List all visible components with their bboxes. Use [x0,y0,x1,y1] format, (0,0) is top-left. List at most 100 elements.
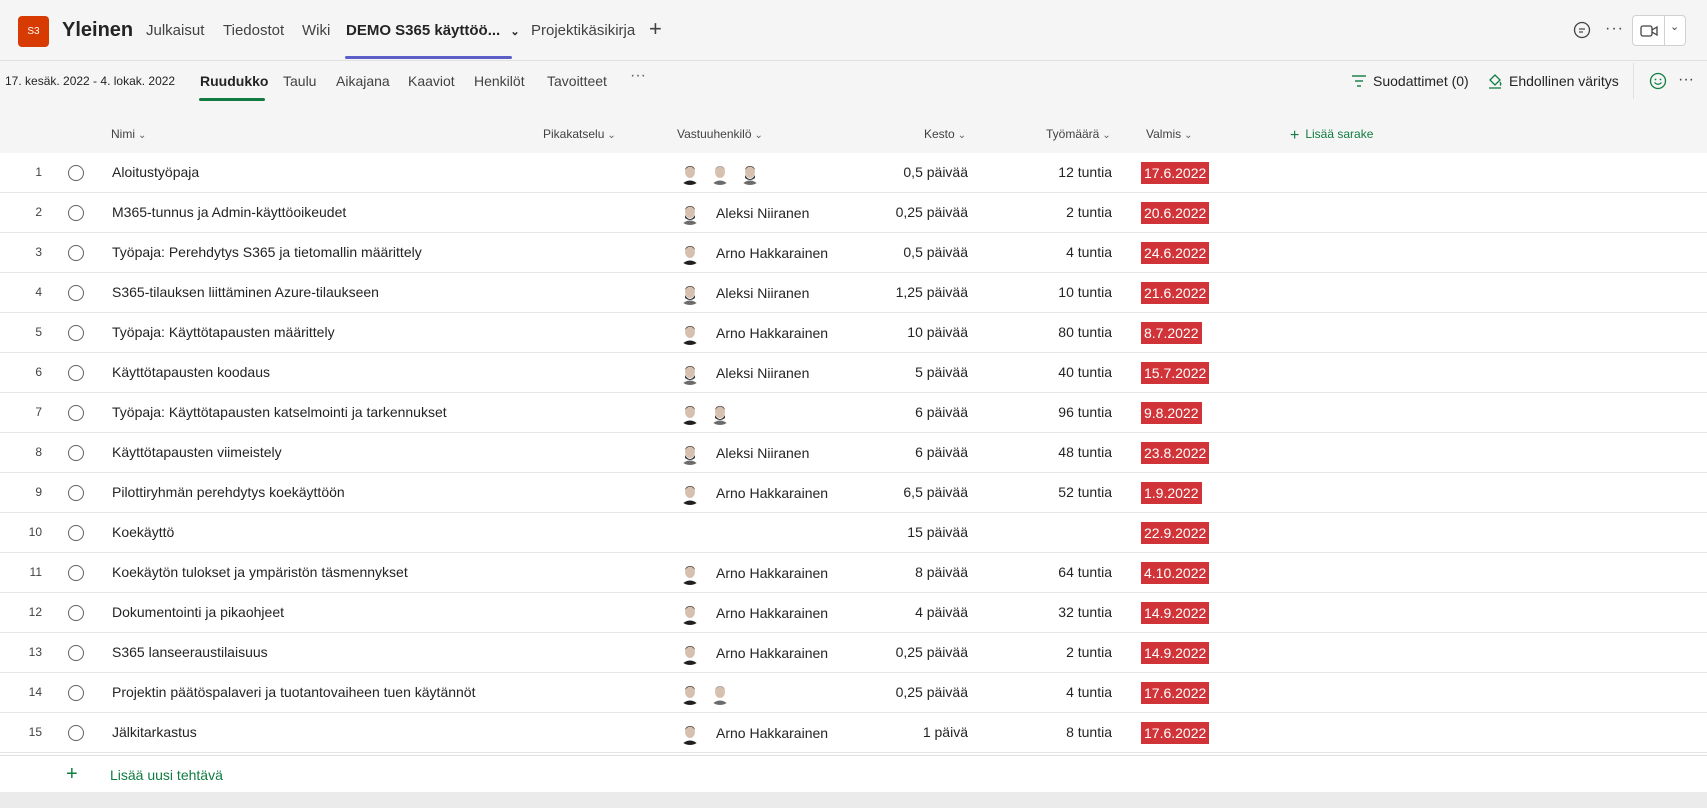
effort-cell[interactable]: 64 tuntia [1010,564,1112,580]
conditional-formatting-button[interactable]: Ehdollinen väritys [1487,73,1619,89]
duration-cell[interactable]: 0,25 päivää [860,644,968,660]
task-name[interactable]: Dokumentointi ja pikaohjeet [112,604,284,620]
duration-cell[interactable]: 5 päivää [860,364,968,380]
more-options-icon[interactable]: ··· [1605,20,1624,38]
duration-cell[interactable]: 0,5 päivää [860,244,968,260]
duration-cell[interactable]: 0,25 päivää [860,204,968,220]
assignee-cell[interactable]: Aleksi Niiranen [678,201,809,225]
due-date-badge[interactable]: 24.6.2022 [1141,242,1210,264]
table-row[interactable]: 14 Projektin päätöspalaveri ja tuotantova… [0,673,1707,713]
duration-cell[interactable]: 1 päivä [860,724,968,740]
duration-cell[interactable]: 6 päivää [860,444,968,460]
table-row[interactable]: 3 Työpaja: Perehdytys S365 ja tietomallin… [0,233,1707,273]
task-name[interactable]: S365-tilauksen liittäminen Azure-tilauks… [112,284,379,300]
effort-cell[interactable]: 40 tuntia [1010,364,1112,380]
complete-checkbox[interactable] [68,165,84,181]
assignee-cell[interactable]: Aleksi Niiranen [678,441,809,465]
tab-demo-planner[interactable]: DEMO S365 käyttöö... ⌄ [346,22,520,39]
filters-button[interactable]: Suodattimet (0) [1351,73,1469,89]
table-row[interactable]: 11 Koekäytön tulokset ja ympäristön täsme… [0,553,1707,593]
duration-cell[interactable]: 0,5 päivää [860,164,968,180]
complete-checkbox[interactable] [68,365,84,381]
effort-cell[interactable]: 96 tuntia [1010,404,1112,420]
complete-checkbox[interactable] [68,565,84,581]
task-name[interactable]: Työpaja: Perehdytys S365 ja tietomallin … [112,244,422,260]
tab-tiedostot[interactable]: Tiedostot [223,22,284,39]
due-date-badge[interactable]: 17.6.2022 [1141,682,1210,704]
complete-checkbox[interactable] [68,525,84,541]
table-row[interactable]: 6 Käyttötapausten koodaus Aleksi Niiranen 5… [0,353,1707,393]
duration-cell[interactable]: 8 päivää [860,564,968,580]
task-name[interactable]: Käyttötapausten koodaus [112,364,270,380]
table-row[interactable]: 13 S365 lanseeraustilaisuus Arno Hakkarain… [0,633,1707,673]
complete-checkbox[interactable] [68,645,84,661]
tab-wiki[interactable]: Wiki [302,22,330,39]
complete-checkbox[interactable] [68,205,84,221]
task-name[interactable]: Käyttötapausten viimeistely [112,444,282,460]
effort-cell[interactable]: 32 tuntia [1010,604,1112,620]
duration-cell[interactable]: 6,5 päivää [860,484,968,500]
complete-checkbox[interactable] [68,605,84,621]
assignee-cell[interactable]: Aleksi Niiranen [678,281,809,305]
add-column-button[interactable]: + Lisää sarake [1290,127,1373,145]
effort-cell[interactable]: 52 tuntia [1010,484,1112,500]
table-row[interactable]: 2 M365-tunnus ja Admin-käyttöoikeudet Alek… [0,193,1707,233]
assignee-cell[interactable]: Arno Hakkarainen [678,481,828,505]
task-name[interactable]: Työpaja: Käyttötapausten katselmointi ja… [112,404,447,420]
due-date-badge[interactable]: 23.8.2022 [1141,442,1210,464]
chevron-down-icon[interactable]: ⌄ [510,26,519,38]
view-tab-grid[interactable]: Ruudukko [200,73,268,89]
more-views-icon[interactable]: ··· [630,67,646,85]
due-date-badge[interactable]: 17.6.2022 [1141,162,1210,184]
duration-cell[interactable]: 6 päivää [860,404,968,420]
add-tab-icon[interactable]: + [649,16,662,42]
table-row[interactable]: 12 Dokumentointi ja pikaohjeet Arno Hakkar… [0,593,1707,633]
assignee-cell[interactable]: Arno Hakkarainen [678,561,828,585]
complete-checkbox[interactable] [68,725,84,741]
complete-checkbox[interactable] [68,405,84,421]
assignee-cell[interactable] [678,401,732,425]
duration-cell[interactable]: 10 päivää [860,324,968,340]
assignee-cell[interactable]: Arno Hakkarainen [678,241,828,265]
task-name[interactable]: M365-tunnus ja Admin-käyttöoikeudet [112,204,346,220]
due-date-badge[interactable]: 15.7.2022 [1141,362,1210,384]
complete-checkbox[interactable] [68,445,84,461]
table-row[interactable]: 9 Pilottiryhmän perehdytys koekäyttöön Arn… [0,473,1707,513]
assignee-cell[interactable]: Arno Hakkarainen [678,721,828,745]
column-quicklook[interactable]: Pikakatselu ⌄ [543,127,616,141]
table-row[interactable]: 10 Koekäyttö 15 päivää 22.9.2022 [0,513,1707,553]
duration-cell[interactable]: 0,25 päivää [860,684,968,700]
due-date-badge[interactable]: 1.9.2022 [1141,482,1202,504]
due-date-badge[interactable]: 20.6.2022 [1141,202,1210,224]
task-name[interactable]: S365 lanseeraustilaisuus [112,644,268,660]
view-tab-charts[interactable]: Kaaviot [408,73,455,89]
more-options-icon[interactable]: ··· [1678,71,1694,89]
complete-checkbox[interactable] [68,285,84,301]
table-row[interactable]: 1 Aloitustyöpaja 0,5 päivää 12 tuntia 17.6.2… [0,153,1707,193]
effort-cell[interactable]: 48 tuntia [1010,444,1112,460]
task-name[interactable]: Työpaja: Käyttötapausten määrittely [112,324,335,340]
assignee-cell[interactable]: Arno Hakkarainen [678,321,828,345]
view-tab-goals[interactable]: Tavoitteet [547,73,607,89]
effort-cell[interactable]: 12 tuntia [1010,164,1112,180]
due-date-badge[interactable]: 9.8.2022 [1141,402,1202,424]
due-date-badge[interactable]: 22.9.2022 [1141,522,1210,544]
table-row[interactable]: 5 Työpaja: Käyttötapausten määrittely Arno… [0,313,1707,353]
assignee-cell[interactable]: Arno Hakkarainen [678,601,828,625]
column-assignee[interactable]: Vastuuhenkilö ⌄ [677,127,763,141]
duration-cell[interactable]: 15 päivää [860,524,968,540]
table-row[interactable]: 7 Työpaja: Käyttötapausten katselmointi j… [0,393,1707,433]
effort-cell[interactable]: 2 tuntia [1010,644,1112,660]
tab-julkaisut[interactable]: Julkaisut [146,22,204,39]
task-name[interactable]: Aloitustyöpaja [112,164,199,180]
task-name[interactable]: Koekäytön tulokset ja ympäristön täsmenn… [112,564,408,580]
task-name[interactable]: Projektin päätöspalaveri ja tuotantovaih… [112,684,475,700]
effort-cell[interactable]: 8 tuntia [1010,724,1112,740]
add-task-row[interactable]: + Lisää uusi tehtävä [0,755,1707,792]
column-due[interactable]: Valmis ⌄ [1146,127,1193,141]
chevron-down-icon[interactable]: ⌄ [1670,20,1679,33]
complete-checkbox[interactable] [68,245,84,261]
complete-checkbox[interactable] [68,685,84,701]
complete-checkbox[interactable] [68,485,84,501]
table-row[interactable]: 4 S365-tilauksen liittäminen Azure-tilauk… [0,273,1707,313]
